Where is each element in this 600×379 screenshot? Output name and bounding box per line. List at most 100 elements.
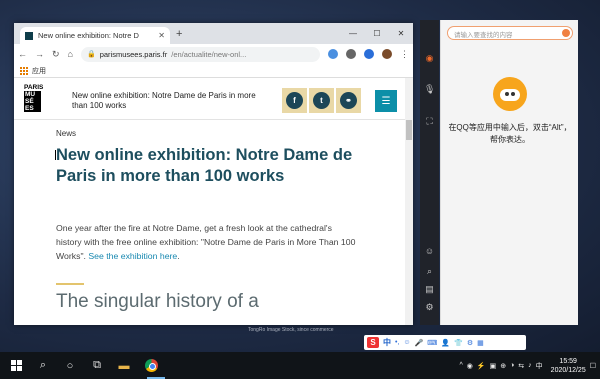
microphone-icon[interactable]: 🎙: [424, 84, 435, 95]
tray-app-icon[interactable]: ▣: [490, 362, 497, 370]
back-button[interactable]: ←: [18, 49, 27, 59]
chrome-icon: [144, 359, 158, 372]
system-tray: ^ ◉ ⚡ ▣ ⊕ ◑ ⇆ ♪ 中 15:59 2020/12/25 ☐: [459, 352, 600, 379]
voice-icon[interactable]: 🎤: [415, 339, 424, 347]
site-favicon-icon: [25, 31, 33, 40]
extension-icon[interactable]: [346, 49, 356, 59]
sogou-logo-icon[interactable]: S: [367, 337, 379, 348]
home-button[interactable]: ⌂: [68, 49, 73, 59]
browser-tab[interactable]: New online exhibition: Notre D ✕: [20, 27, 170, 44]
emoji-icon[interactable]: ☺: [403, 339, 410, 346]
tab-title: New online exhibition: Notre D: [38, 31, 139, 40]
browser-toolbar: ← → ↻ ⌂ 🔒 parismusees.paris.fr/en/actual…: [14, 44, 413, 64]
close-window-button[interactable]: ✕: [389, 23, 413, 44]
qq-mascot-icon: [493, 77, 527, 111]
tray-app-icon[interactable]: ⊕: [500, 362, 506, 370]
network-icon[interactable]: ⇆: [518, 362, 524, 370]
share-facebook-button[interactable]: f: [282, 88, 307, 113]
qq-search-placeholder: 请输入要查找的内容: [454, 32, 513, 39]
article-title: New online exhibition: Notre Dame de Par…: [56, 146, 353, 185]
mascot-eye: [511, 92, 515, 96]
profile-avatar-icon[interactable]: [382, 49, 392, 59]
tray-overflow-icon[interactable]: ^: [459, 362, 462, 369]
punctuation-icon[interactable]: •,: [395, 339, 399, 346]
skin-icon[interactable]: 👕: [454, 339, 463, 347]
qq-tip-text: 在QQ等应用中输入后，双击“Alt”，帮你表达。: [448, 123, 572, 144]
tray-app-icon[interactable]: ◑: [510, 362, 514, 369]
settings-icon[interactable]: ⚙: [424, 302, 435, 313]
clock-time: 15:59: [559, 357, 577, 365]
extension-icon[interactable]: [328, 49, 338, 59]
window-controls: — ☐ ✕: [341, 23, 413, 44]
ime-mode-toggle[interactable]: 中: [383, 337, 391, 348]
keyboard-icon[interactable]: ⌨: [427, 339, 437, 347]
clock-date: 2020/12/25: [550, 366, 586, 374]
facebook-icon: f: [286, 92, 303, 109]
new-tab-button[interactable]: +: [176, 28, 182, 40]
article-category[interactable]: News: [56, 129, 76, 138]
bookmark-apps[interactable]: 应用: [32, 66, 46, 76]
task-view-icon[interactable]: ⧉: [86, 352, 108, 379]
tray-app-icon[interactable]: ◉: [467, 362, 473, 370]
search-icon[interactable]: ⌕: [32, 352, 54, 379]
bluetooth-icon[interactable]: ⚡: [477, 362, 486, 370]
qq-search-input[interactable]: 请输入要查找的内容: [447, 26, 573, 40]
logo-text: MU: [24, 91, 41, 98]
exhibition-link[interactable]: See the exhibition here: [88, 251, 177, 261]
history-icon[interactable]: ▤: [424, 284, 435, 295]
browser-window: New online exhibition: Notre D ✕ + — ☐ ✕…: [14, 23, 413, 325]
lock-icon: 🔒: [86, 51, 96, 58]
article-lede: One year after the fire at Notre Dame, g…: [56, 221, 356, 263]
mascot-eye: [505, 92, 509, 96]
windows-icon: [10, 360, 22, 371]
clock[interactable]: 15:59 2020/12/25: [551, 357, 586, 375]
minimize-button[interactable]: —: [341, 23, 365, 44]
share-twitter-button[interactable]: t: [309, 88, 334, 113]
logo-text: ES: [24, 105, 41, 112]
forward-button[interactable]: →: [35, 49, 44, 59]
qq-sidebar: ◉ 🎙 ⛶ ☺ ⌕ ▤ ⚙: [420, 20, 439, 325]
apps-grid-icon[interactable]: [20, 66, 28, 75]
emoji-icon[interactable]: ☺: [424, 246, 435, 257]
menu-icon: ☰: [381, 95, 391, 107]
bookmarks-bar: 应用: [14, 64, 413, 78]
input-language-indicator[interactable]: 中: [536, 361, 543, 371]
search-icon[interactable]: ⌕: [424, 266, 435, 277]
header-article-title: New online exhibition: Notre Dame de Par…: [72, 91, 256, 110]
maximize-button[interactable]: ☐: [365, 23, 389, 44]
cortana-icon[interactable]: ○: [59, 352, 81, 379]
scrollbar-thumb[interactable]: [406, 120, 412, 140]
volume-icon[interactable]: ♪: [528, 362, 532, 369]
search-go-icon[interactable]: [562, 29, 570, 37]
twitter-icon: t: [313, 92, 330, 109]
logo-text: PARIS: [24, 84, 44, 91]
reload-button[interactable]: ↻: [52, 49, 60, 60]
section-divider: [56, 283, 84, 285]
qq-input-panel: 请输入要查找的内容 在QQ等应用中输入后，双击“Alt”，帮你表达。: [440, 20, 578, 325]
tab-strip: New online exhibition: Notre D ✕ + — ☐ ✕: [14, 23, 413, 44]
url-domain: parismusees.paris.fr: [99, 49, 168, 59]
toolbox-icon[interactable]: ▦: [477, 339, 484, 347]
section-heading: The singular history of a: [56, 291, 259, 312]
ime-settings-icon[interactable]: ⚙: [467, 339, 473, 347]
file-explorer-icon[interactable]: ▬: [113, 352, 135, 379]
site-menu-button[interactable]: ☰: [375, 90, 397, 112]
scan-icon[interactable]: ⛶: [424, 116, 435, 127]
chrome-taskbar-button[interactable]: [140, 352, 162, 379]
share-link-button[interactable]: ⚭: [336, 88, 361, 113]
extension-icon[interactable]: [364, 49, 374, 59]
logo-text: SÉ: [24, 98, 41, 105]
tab-close-icon[interactable]: ✕: [158, 31, 165, 40]
qq-logo-icon[interactable]: ◉: [424, 53, 435, 64]
menu-kebab-icon[interactable]: ⋮: [400, 49, 409, 60]
watermark-text: TongRo Image Stock, since commerce: [248, 327, 334, 333]
site-header: PARIS MU SÉ ES New online exhibition: No…: [14, 78, 413, 120]
page-scrollbar[interactable]: [405, 78, 413, 325]
lede-end: .: [177, 251, 180, 261]
notifications-icon[interactable]: ☐: [590, 362, 596, 370]
paris-musees-logo[interactable]: PARIS MU SÉ ES: [24, 84, 49, 115]
start-button[interactable]: [5, 352, 27, 379]
link-icon: ⚭: [340, 92, 357, 109]
user-icon[interactable]: 👤: [441, 339, 450, 347]
address-bar[interactable]: 🔒 parismusees.paris.fr/en/actualite/new-…: [80, 46, 320, 62]
